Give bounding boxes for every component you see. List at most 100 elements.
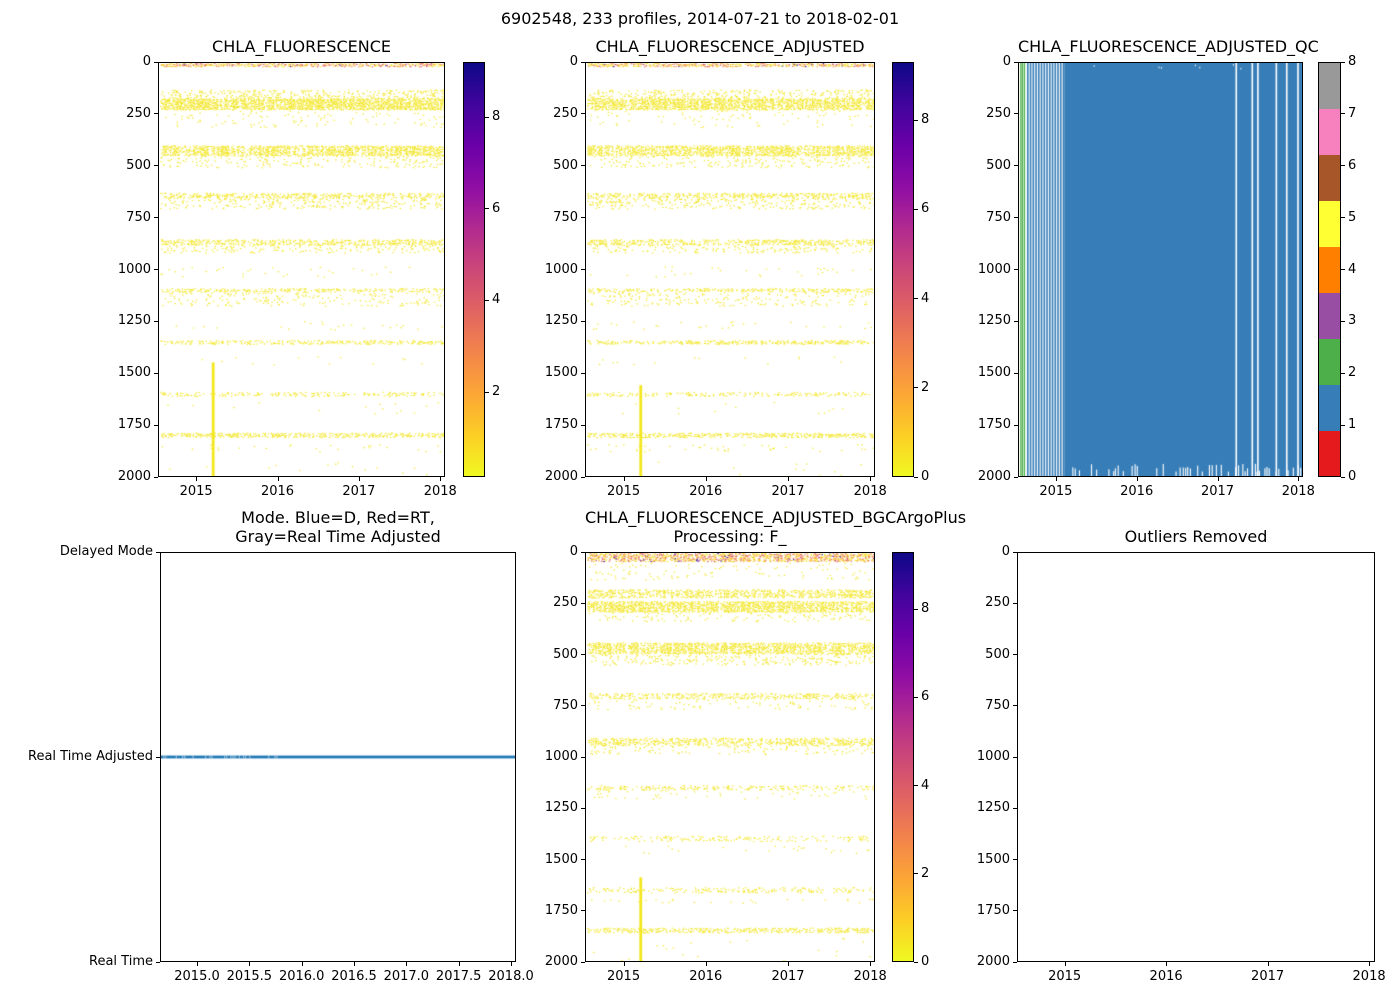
y-tick-mark	[581, 705, 585, 706]
y-tick-label: 1750	[526, 903, 578, 918]
colorbar-tick-label: 6	[492, 201, 522, 216]
y-tick-label: 2000	[99, 469, 151, 484]
colorbar-tick-mark	[1341, 269, 1345, 270]
y-tick-mark	[1014, 321, 1018, 322]
y-tick-mark	[154, 425, 158, 426]
y-tick-mark	[154, 321, 158, 322]
y-tick-label: 1000	[526, 749, 578, 764]
colorbar-tick-label: 1	[1348, 417, 1378, 432]
x-tick-label: 2018	[408, 484, 472, 499]
y-tick-label: Delayed Mode	[3, 544, 153, 559]
y-tick-mark	[156, 962, 160, 963]
x-tick-label: 2017	[756, 969, 820, 984]
colorbar-tick-label: 4	[1348, 262, 1378, 277]
y-tick-label: 2000	[958, 954, 1010, 969]
y-tick-label: 750	[958, 698, 1010, 713]
x-tick-label: 2015	[164, 484, 228, 499]
colorbar-tick-mark	[1341, 425, 1345, 426]
y-tick-mark	[154, 269, 158, 270]
y-tick-label: 250	[526, 106, 578, 121]
y-tick-mark	[1014, 269, 1018, 270]
x-tick-mark	[406, 962, 407, 966]
plot-area-chla-fluorescence-adjusted[interactable]	[585, 62, 875, 477]
subplot-title-outliers-removed: Outliers Removed	[1017, 527, 1375, 546]
y-tick-label: 500	[958, 647, 1010, 662]
x-tick-mark	[870, 477, 871, 481]
x-tick-mark	[706, 962, 707, 966]
y-tick-mark	[581, 269, 585, 270]
colorbar-tick-label: 5	[1348, 210, 1378, 225]
x-tick-mark	[1137, 477, 1138, 481]
colorbar-tick-label: 0	[1348, 469, 1378, 484]
y-tick-mark	[1014, 165, 1018, 166]
y-tick-label: 1750	[526, 417, 578, 432]
colorbar-tick-label: 6	[921, 201, 951, 216]
colorbar-tick-mark	[914, 609, 918, 610]
x-tick-label: 2015	[592, 969, 656, 984]
y-tick-label: 1500	[959, 365, 1011, 380]
y-tick-mark	[581, 217, 585, 218]
y-tick-label: 0	[99, 54, 151, 69]
y-tick-label: 750	[959, 210, 1011, 225]
colorbar-tick-label: 0	[921, 954, 951, 969]
x-tick-mark	[706, 477, 707, 481]
x-tick-label: 2016	[674, 969, 738, 984]
y-tick-mark	[581, 373, 585, 374]
plot-area-qc[interactable]	[1018, 62, 1303, 477]
colorbar-tick-mark	[914, 962, 918, 963]
colorbar-tick-label: 8	[1348, 54, 1378, 69]
plot-area-chla-fluorescence[interactable]	[158, 62, 445, 477]
subplot-title-chla-fluorescence-adjusted-qc: CHLA_FLUORESCENCE_ADJUSTED_QC	[1018, 37, 1303, 56]
y-tick-mark	[1014, 113, 1018, 114]
colorbar-segment-qc-0	[1319, 430, 1340, 476]
y-tick-label: 1500	[526, 852, 578, 867]
y-tick-mark	[1013, 603, 1017, 604]
x-tick-label: 2016	[1134, 969, 1198, 984]
subplot-title-chla-fluorescence: CHLA_FLUORESCENCE	[158, 37, 445, 56]
colorbar-tick-label: 8	[492, 109, 522, 124]
plot-area-bgc-argo-plus[interactable]	[585, 552, 875, 962]
y-tick-mark	[1014, 425, 1018, 426]
scatter-canvas-chla-fluorescence-adjusted	[586, 63, 874, 476]
y-tick-mark	[1014, 62, 1018, 63]
plot-area-mode[interactable]	[160, 552, 516, 962]
x-tick-mark	[302, 962, 303, 966]
x-tick-mark	[197, 962, 198, 966]
x-tick-mark	[870, 962, 871, 966]
y-tick-mark	[1013, 705, 1017, 706]
y-tick-label: 500	[526, 647, 578, 662]
subplot-title-mode: Mode. Blue=D, Red=RT, Gray=Real Time Adj…	[160, 508, 516, 546]
colorbar-segment-qc-3	[1319, 292, 1340, 338]
y-tick-label: 250	[958, 595, 1010, 610]
x-tick-label: 2015	[1024, 484, 1088, 499]
y-tick-mark	[581, 552, 585, 553]
y-tick-mark	[1013, 859, 1017, 860]
y-tick-mark	[1013, 552, 1017, 553]
colorbar-tick-label: 3	[1348, 313, 1378, 328]
colorbar-tick-mark	[914, 477, 918, 478]
y-tick-label: 0	[958, 544, 1010, 559]
x-tick-mark	[440, 477, 441, 481]
colorbar-tick-label: 6	[1348, 158, 1378, 173]
colorbar-segment-qc-1	[1319, 384, 1340, 430]
colorbar-tick-mark	[1341, 113, 1345, 114]
colorbar-tick-mark	[1341, 477, 1345, 478]
colorbar-plasma	[463, 62, 485, 477]
mode-canvas	[161, 553, 515, 961]
y-tick-mark	[581, 808, 585, 809]
y-tick-mark	[154, 217, 158, 218]
y-tick-label: 250	[959, 106, 1011, 121]
y-tick-label: 1250	[526, 313, 578, 328]
x-tick-label: 2018	[1337, 969, 1400, 984]
y-tick-mark	[581, 962, 585, 963]
y-tick-mark	[581, 165, 585, 166]
colorbar-tick-mark	[485, 117, 489, 118]
colorbar-tick-mark	[1341, 321, 1345, 322]
figure: 6902548, 233 profiles, 2014-07-21 to 201…	[0, 0, 1400, 1000]
y-tick-label: 1500	[99, 365, 151, 380]
x-tick-label: 2018.0	[479, 969, 543, 984]
y-tick-mark	[581, 477, 585, 478]
colorbar-tick-mark	[485, 392, 489, 393]
colorbar-segment-qc-6	[1319, 155, 1340, 201]
plot-area-outliers-removed[interactable]	[1017, 552, 1375, 962]
